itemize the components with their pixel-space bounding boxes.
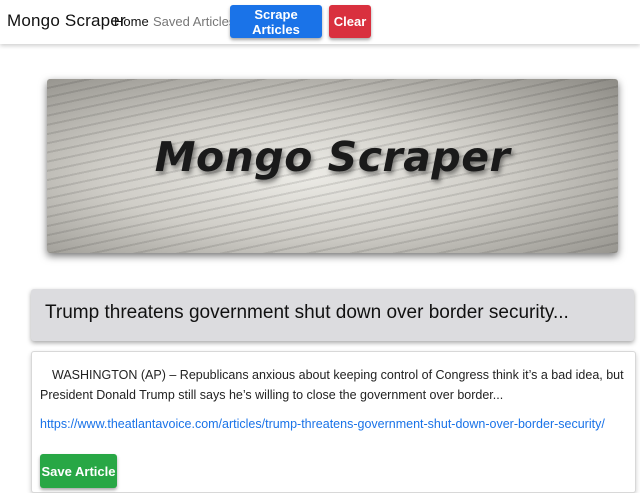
article-card-header: Trump threatens government shut down ove… bbox=[31, 289, 634, 341]
article-link[interactable]: https://www.theatlantavoice.com/articles… bbox=[40, 417, 605, 431]
clear-button[interactable]: Clear bbox=[329, 5, 371, 38]
jumbotron-title: Mongo Scraper bbox=[154, 133, 511, 181]
nav-link-home[interactable]: Home bbox=[114, 14, 149, 29]
brand-logo[interactable]: Mongo Scraper bbox=[7, 11, 126, 31]
scrape-articles-button[interactable]: Scrape Articles bbox=[230, 5, 322, 38]
navbar: Mongo Scraper Home Saved Articles Scrape… bbox=[0, 0, 640, 44]
article-title: Trump threatens government shut down ove… bbox=[45, 302, 569, 323]
save-article-button[interactable]: Save Article bbox=[40, 454, 117, 488]
article-card-body: WASHINGTON (AP) – Republicans anxious ab… bbox=[31, 351, 636, 493]
jumbotron-banner: Mongo Scraper bbox=[47, 79, 618, 253]
nav-link-saved-articles[interactable]: Saved Articles bbox=[153, 14, 235, 29]
article-summary: WASHINGTON (AP) – Republicans anxious ab… bbox=[40, 368, 624, 402]
